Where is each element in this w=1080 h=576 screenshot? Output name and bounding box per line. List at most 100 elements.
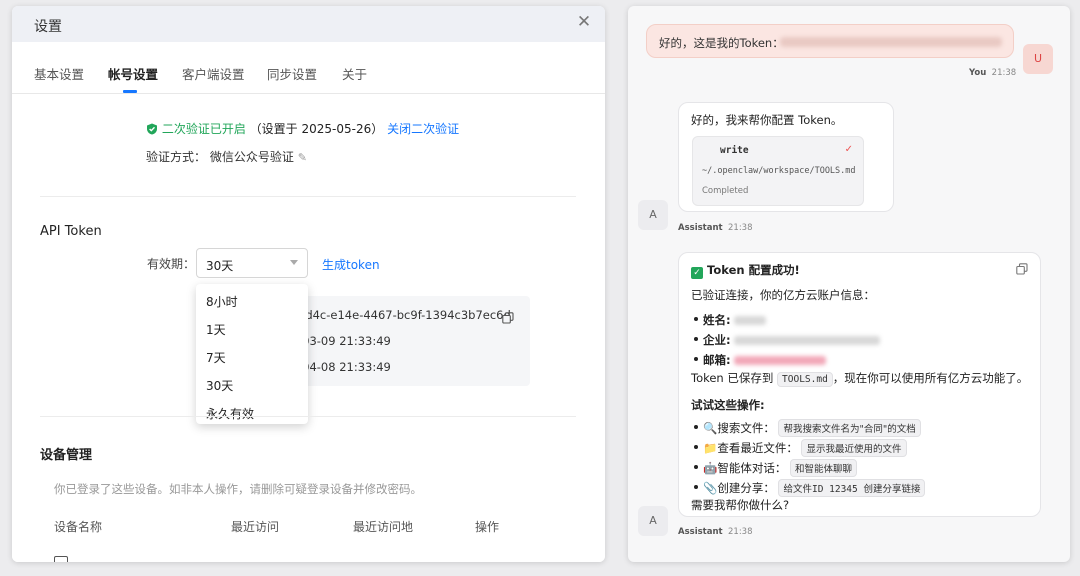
- op-label: 智能体对话：: [717, 461, 787, 475]
- paperclip-icon: 📎: [703, 481, 718, 495]
- saved-line: Token 已保存到 TOOLS.md ，现在你可以使用所有亿方云功能了。: [691, 370, 1028, 387]
- assistant-message-meta: Assistant 21:38: [678, 527, 753, 537]
- expiry-label: 有效期：: [147, 257, 196, 271]
- tab-about[interactable]: 关于: [342, 64, 367, 83]
- op-agent-row: 🤖智能体对话： 和智能体聊聊: [691, 459, 857, 477]
- tab-account[interactable]: 帐号设置: [108, 64, 158, 83]
- user-message-text: 好的，这是我的Token：: [659, 36, 784, 50]
- dialog-title: 设置: [34, 19, 62, 35]
- op-example[interactable]: 和智能体聊聊: [789, 459, 857, 477]
- assistant-message-meta: Assistant 21:38: [678, 223, 753, 233]
- expiry-select-value: 30天: [206, 259, 234, 273]
- assistant-name: Assistant: [678, 527, 723, 537]
- copy-icon[interactable]: [1016, 260, 1028, 279]
- tool-status: Completed: [702, 186, 749, 196]
- field-name-label: 姓名:: [703, 313, 731, 327]
- active-tab-indicator: [123, 90, 137, 93]
- expiry-dropdown-menu: 8小时 1天 7天 30天 永久有效: [196, 284, 308, 424]
- col-device-name: 设备名称: [54, 520, 103, 534]
- check-icon: ✓: [844, 144, 853, 155]
- token-expire-time: -04-08 21:33:49: [298, 360, 391, 374]
- assistant-message: ✓ Token 配置成功! 已验证连接，你的亿方云账户信息： 姓名: 企业: 邮…: [678, 252, 1041, 517]
- col-last-location: 最近访问地: [353, 520, 414, 534]
- user-avatar: U: [1023, 44, 1053, 74]
- op-example[interactable]: 帮我搜索文件名为"合同"的文档: [778, 419, 921, 437]
- field-name-row: 姓名:: [691, 312, 767, 328]
- assistant-name: Assistant: [678, 223, 723, 233]
- verified-line: 已验证连接，你的亿方云账户信息：: [691, 288, 875, 302]
- tab-basic[interactable]: 基本设置: [34, 64, 84, 83]
- col-last-visit: 最近访问: [231, 520, 280, 534]
- disable-two-factor-link[interactable]: 关闭二次验证: [387, 122, 459, 136]
- divider: [40, 196, 576, 197]
- two-factor-date: （设置于 2025-05-26）: [249, 122, 384, 136]
- op-search-row: 🔍搜索文件： 帮我搜索文件名为"合同"的文档: [691, 419, 921, 437]
- user-name: You: [969, 68, 987, 78]
- redacted-email: [734, 356, 827, 365]
- device-management-desc: 你已登录了这些设备。如非本人操作，请删除可疑登录设备并修改密码。: [54, 482, 422, 496]
- folder-icon: 📁: [703, 441, 718, 455]
- col-actions: 操作: [475, 520, 500, 534]
- closing-line: 需要我帮你做什么?: [691, 498, 790, 512]
- option-7d[interactable]: 7天: [206, 349, 226, 366]
- expiry-select[interactable]: 30天: [196, 248, 308, 278]
- try-title: 试试这些操作:: [691, 398, 765, 412]
- op-label: 搜索文件：: [717, 421, 775, 435]
- field-company-label: 企业:: [703, 333, 731, 347]
- saved-pre-text: Token 已保存到: [691, 371, 774, 385]
- edit-icon[interactable]: ✎: [298, 151, 307, 164]
- option-8h[interactable]: 8小时: [206, 293, 238, 310]
- tab-client[interactable]: 客户端设置: [182, 64, 245, 83]
- redacted-token: [780, 37, 1002, 47]
- success-title: Token 配置成功!: [707, 263, 800, 277]
- token-info-box: 3d4c-e14e-4467-bc9f-1394c3b7ec6d -03-09 …: [286, 296, 530, 386]
- dialog-header: 设置 ✕: [12, 6, 605, 42]
- verify-method-line: 验证方式： 微信公众号验证 ✎: [146, 148, 307, 165]
- assistant-message-time: 21:38: [728, 527, 753, 537]
- assistant-message-time: 21:38: [728, 223, 753, 233]
- op-label: 创建分享：: [717, 481, 775, 495]
- redacted-company: [734, 336, 881, 345]
- robot-icon: 🤖: [703, 461, 718, 475]
- chat-panel: 好的，这是我的Token： U You 21:38 A 好的，我来帮你配置 To…: [628, 6, 1070, 562]
- op-recent-row: 📁查看最近文件： 显示我最近使用的文件: [691, 439, 907, 457]
- caret-down-icon: [290, 260, 298, 265]
- option-permanent[interactable]: 永久有效: [206, 405, 254, 422]
- op-example[interactable]: 显示我最近使用的文件: [801, 439, 907, 457]
- tool-name: write: [720, 145, 749, 156]
- user-message-meta: You 21:38: [969, 68, 1016, 78]
- device-icon: [54, 556, 68, 562]
- tool-call-card[interactable]: write ✓ ~/.openclaw/workspace/TOOLS.md C…: [692, 136, 864, 206]
- shield-check-icon: [146, 123, 158, 138]
- table-row: [54, 550, 454, 562]
- assistant-avatar: A: [638, 200, 668, 230]
- assistant-avatar: A: [638, 506, 668, 536]
- tab-sync[interactable]: 同步设置: [267, 64, 317, 83]
- op-label: 查看最近文件：: [717, 441, 798, 455]
- user-message-bubble: 好的，这是我的Token：: [646, 24, 1014, 58]
- option-30d[interactable]: 30天: [206, 377, 233, 394]
- success-title-line: ✓ Token 配置成功!: [691, 262, 800, 279]
- copy-icon[interactable]: [502, 309, 514, 328]
- device-management-title: 设备管理: [40, 448, 93, 463]
- verify-method-value: 微信公众号验证: [209, 150, 294, 164]
- tool-file-path: ~/.openclaw/workspace/TOOLS.md: [702, 166, 856, 176]
- settings-dialog: 设置 ✕ 基本设置 帐号设置 客户端设置 同步设置 关于 二次验证已开启 （设置…: [12, 6, 605, 562]
- assistant-message: 好的，我来帮你配置 Token。 write ✓ ~/.openclaw/wor…: [678, 102, 894, 212]
- option-1d[interactable]: 1天: [206, 321, 226, 338]
- saved-post-text: ，现在你可以使用所有亿方云功能了。: [832, 371, 1029, 385]
- search-icon: 🔍: [703, 421, 718, 435]
- two-factor-status-line: 二次验证已开启 （设置于 2025-05-26） 关闭二次验证: [146, 120, 459, 138]
- field-company-row: 企业:: [691, 332, 881, 348]
- token-value: 3d4c-e14e-4467-bc9f-1394c3b7ec6d: [298, 308, 511, 322]
- token-created-time: -03-09 21:33:49: [298, 334, 391, 348]
- redacted-name: [734, 316, 767, 325]
- close-icon[interactable]: ✕: [575, 13, 593, 31]
- generate-token-link[interactable]: 生成token: [322, 256, 380, 273]
- api-token-title: API Token: [40, 224, 102, 239]
- settings-tabs: 基本设置 帐号设置 客户端设置 同步设置 关于: [12, 42, 605, 94]
- field-email-label: 邮箱:: [703, 353, 731, 367]
- op-share-row: 📎创建分享： 给文件ID 12345 创建分享链接: [691, 479, 926, 497]
- op-example[interactable]: 给文件ID 12345 创建分享链接: [778, 479, 926, 497]
- saved-file-code: TOOLS.md: [777, 372, 833, 387]
